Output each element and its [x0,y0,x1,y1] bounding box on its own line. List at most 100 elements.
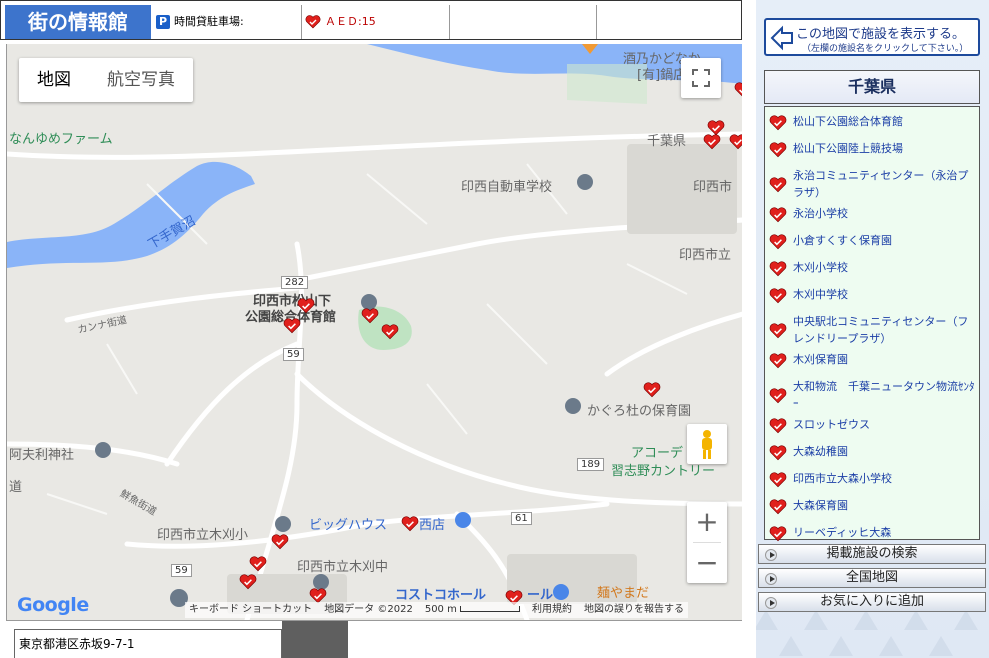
facility-item[interactable]: スロットゼウス [765,414,979,441]
facility-name: 木刈中学校 [793,288,848,301]
parking-icon: P [156,15,170,29]
facility-name: 松山下公園陸上競技場 [793,142,903,155]
facility-item[interactable]: 印西市立大森小学校 [765,468,979,495]
facility-item[interactable]: 大森保育園 [765,495,979,522]
map-label: 阿夫利神社 [9,448,75,463]
aed-heart-icon [769,234,787,255]
aed-heart-icon [769,418,787,439]
aed-marker-icon[interactable] [249,556,267,572]
map-label: アコーデ [631,446,684,461]
facility-item[interactable]: 大森幼稚園 [765,441,979,468]
map-label: 麺やまだ [597,586,650,601]
map-label: 印西自動車学校 [461,180,553,195]
zoom-out-button[interactable]: − [687,543,727,583]
map-data-label: 地図データ ©2022 [324,604,413,615]
top-bar: 街の情報館 P 時間貸駐車場: ＡＥＤ:15 [0,0,742,40]
aed-heart-icon [769,288,787,309]
header-empty-cell-1 [449,5,596,39]
aed-heart-icon [769,445,787,466]
show-facilities-hint: （左欄の施設名をクリックして下さい。） [802,44,969,54]
terms-link[interactable]: 利用規約 [532,602,572,618]
facility-item[interactable]: 永治コミュニティセンター（永治プラザ） [765,165,979,203]
aed-marker-icon[interactable] [271,534,289,550]
scale-bar [460,606,521,612]
aed-heart-icon [769,115,787,136]
facility-item[interactable]: 松山下公園陸上競技場 [765,138,979,165]
prefecture-title: 千葉県 [764,70,980,104]
aed-marker-icon[interactable] [401,516,419,532]
facility-item[interactable]: 小倉すくすく保育園 [765,230,979,257]
facility-item[interactable]: 大和物流 千葉ニュータウン物流ｾﾝﾀｰ [765,376,979,414]
facility-item[interactable]: 木刈中学校 [765,284,979,311]
aed-heart-icon [769,388,787,409]
aed-heart-icon [769,472,787,493]
aed-marker-icon[interactable] [381,324,399,340]
show-facilities-button[interactable]: この地図で施設を表示する。 （左欄の施設名をクリックして下さい。） [764,18,980,56]
facility-name: 中央駅北コミュニティセンター（フレンドリープラザ） [793,315,969,345]
facility-name: スロットゼウス [793,418,870,431]
map-label: コストコホール [395,588,487,603]
facility-name: 大森幼稚園 [793,445,848,458]
map-type-control: 地図 航空写真 [19,58,193,102]
map-label: なんゆめファーム [9,132,113,147]
map-type-satellite-button[interactable]: 航空写真 [89,58,193,102]
google-logo[interactable]: Google [17,594,89,616]
facility-name: 木刈保育園 [793,353,848,366]
facility-name: 印西市立大森小学校 [793,472,892,485]
address-field[interactable]: 東京都港区赤坂9-7-1 [14,629,282,658]
aed-heart-icon [305,15,321,29]
facility-name: 大和物流 千葉ニュータウン物流ｾﾝﾀｰ [793,380,975,410]
facility-name: リーベディッヒ大森 [793,526,892,539]
map-type-map-button[interactable]: 地図 [19,58,89,102]
street-view-pegman[interactable] [687,424,727,464]
keyboard-shortcuts-link[interactable]: キーボード ショートカット [189,602,312,618]
map-canvas[interactable]: 酒乃かどなか [有]鍋店 なんゆめファーム 千葉県 印西自動車学校 印西市 下手… [6,44,742,620]
address-bar: 東京都港区赤坂9-7-1 [6,620,742,658]
aed-marker-icon[interactable] [729,134,742,150]
facility-item[interactable]: 中央駅北コミュニティセンター（フレンドリープラザ） [765,311,979,349]
road-number-badge: 189 [577,458,605,471]
facility-list: 松山下公園総合体育館松山下公園陸上競技場永治コミュニティセンター（永治プラザ） 永… [764,106,980,542]
parking-cell[interactable]: P 時間貸駐車場: [156,5,301,39]
map-background [7,44,742,620]
zoom-in-button[interactable]: + [687,502,727,542]
scale-label: 500 m [425,602,521,618]
map-label: 道 [9,480,23,495]
aed-marker-icon[interactable] [361,308,379,324]
map-label: 印西市 [693,180,733,195]
aed-marker-icon[interactable] [297,298,315,314]
aed-heart-icon [769,207,787,228]
parking-label: 時間貸駐車場: [174,15,244,28]
map-label: 西店 [419,518,446,533]
menu-national-map[interactable]: 全国地図 [758,568,986,588]
aed-heart-icon [769,499,787,520]
menu-add-favorite[interactable]: お気に入りに追加 [758,592,986,612]
site-logo[interactable]: 街の情報館 [5,5,151,39]
map-label: ール [527,588,554,603]
map-label: [有]鍋店 [637,68,687,83]
facility-item[interactable]: 木刈保育園 [765,349,979,376]
arrow-left-icon [770,25,793,51]
menu-search-facilities[interactable]: 掲載施設の検索 [758,544,986,564]
fullscreen-button[interactable] [681,58,721,98]
map-label: 印西市立 [679,248,732,263]
map-label: かぐろ杜の保育園 [587,404,692,419]
zoom-control: + − [687,502,727,583]
road-number-badge: 61 [511,512,532,525]
aed-marker-icon[interactable] [283,318,301,334]
aed-marker-icon[interactable] [703,134,721,150]
aed-heart-icon [769,323,787,344]
aed-cell[interactable]: ＡＥＤ:15 [301,5,449,39]
aed-marker-icon[interactable] [734,82,742,98]
facility-item[interactable]: 永治小学校 [765,203,979,230]
report-error-link[interactable]: 地図の誤りを報告する [584,602,684,618]
aed-marker-icon[interactable] [239,574,257,590]
aed-marker-icon[interactable] [643,382,661,398]
road-number-badge: 59 [171,564,192,577]
facility-panel: この地図で施設を表示する。 （左欄の施設名をクリックして下さい。） 千葉県 松山… [756,0,989,658]
map-label: 千葉県 [647,134,687,149]
facility-item[interactable]: 松山下公園総合体育館 [765,111,979,138]
facility-item[interactable]: 木刈小学校 [765,257,979,284]
aed-heart-icon [769,353,787,374]
facility-name: 小倉すくすく保育園 [793,234,892,247]
